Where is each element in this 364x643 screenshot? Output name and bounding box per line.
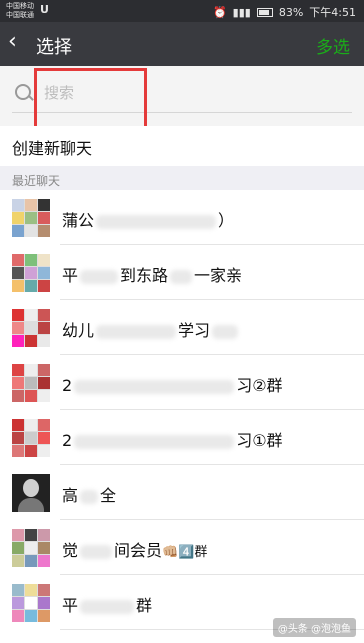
chat-name: 蒲公） [62, 211, 235, 230]
clock: 下午4:51 [309, 6, 356, 19]
list-item[interactable]: 高全 [0, 465, 364, 520]
carrier-1: 中国移动 [6, 2, 34, 10]
chat-name: 2 习①群 [62, 431, 283, 450]
list-item[interactable]: 蒲公） [0, 190, 364, 245]
signal-icon: ▮▮▮ [232, 5, 251, 19]
status-right: ⏰ ▮▮▮ 83% 下午4:51 [213, 4, 356, 20]
group-avatar [12, 254, 50, 292]
nav-bar: ‹ 选择 多选 [0, 22, 364, 66]
group-avatar [12, 199, 50, 237]
section-label: 最近聊天 [12, 174, 61, 188]
carrier-info: 中国移动 中国联通 [6, 2, 34, 20]
list-item[interactable]: 2 习①群 [0, 410, 364, 465]
new-chat-button[interactable]: 创建新聊天 [0, 126, 364, 166]
list-item[interactable]: 觉间会员👊🏼4️⃣群 [0, 520, 364, 575]
status-bar: 中国移动 中国联通 U ⏰ ▮▮▮ 83% 下午4:51 [0, 0, 364, 22]
carrier-2: 中国联通 [6, 11, 34, 19]
chat-name: 平到东路 一家亲 [62, 266, 243, 285]
user-avatar [12, 474, 50, 512]
group-avatar [12, 529, 50, 567]
battery-percent: 83% [278, 5, 304, 19]
chat-name: 幼儿 学习 [62, 317, 240, 341]
recent-chats-header: 最近聊天 [0, 168, 364, 190]
battery-icon [256, 7, 273, 17]
chevron-left-icon[interactable]: ‹ [8, 31, 17, 53]
group-avatar [12, 309, 50, 347]
multi-select-button[interactable]: 多选 [316, 33, 350, 58]
chat-name: 平群 [62, 596, 153, 615]
chat-name: 高全 [62, 486, 117, 505]
page-title: 选择 [36, 37, 72, 58]
search-icon [15, 84, 31, 100]
alarm-icon: ⏰ [212, 5, 227, 19]
chat-name: 2 习②群 [62, 376, 283, 395]
list-item[interactable]: 幼儿 学习 [0, 300, 364, 355]
new-chat-label: 创建新聊天 [12, 139, 93, 158]
highlight-annotation [34, 68, 147, 131]
group-avatar [12, 584, 50, 622]
carrier-logo: U [40, 3, 49, 16]
list-item[interactable]: 2 习②群 [0, 355, 364, 410]
watermark: @头条 @泡泡鱼 [272, 618, 356, 637]
chat-list: 蒲公） 平到东路 一家亲 幼儿 学习 2 习②群 2 习①群 高 全 觉 间会员… [0, 190, 364, 643]
chat-name: 觉间会员👊🏼4️⃣群 [62, 541, 208, 560]
list-item[interactable]: 平到东路 一家亲 [0, 245, 364, 300]
group-avatar [12, 419, 50, 457]
group-avatar [12, 364, 50, 402]
